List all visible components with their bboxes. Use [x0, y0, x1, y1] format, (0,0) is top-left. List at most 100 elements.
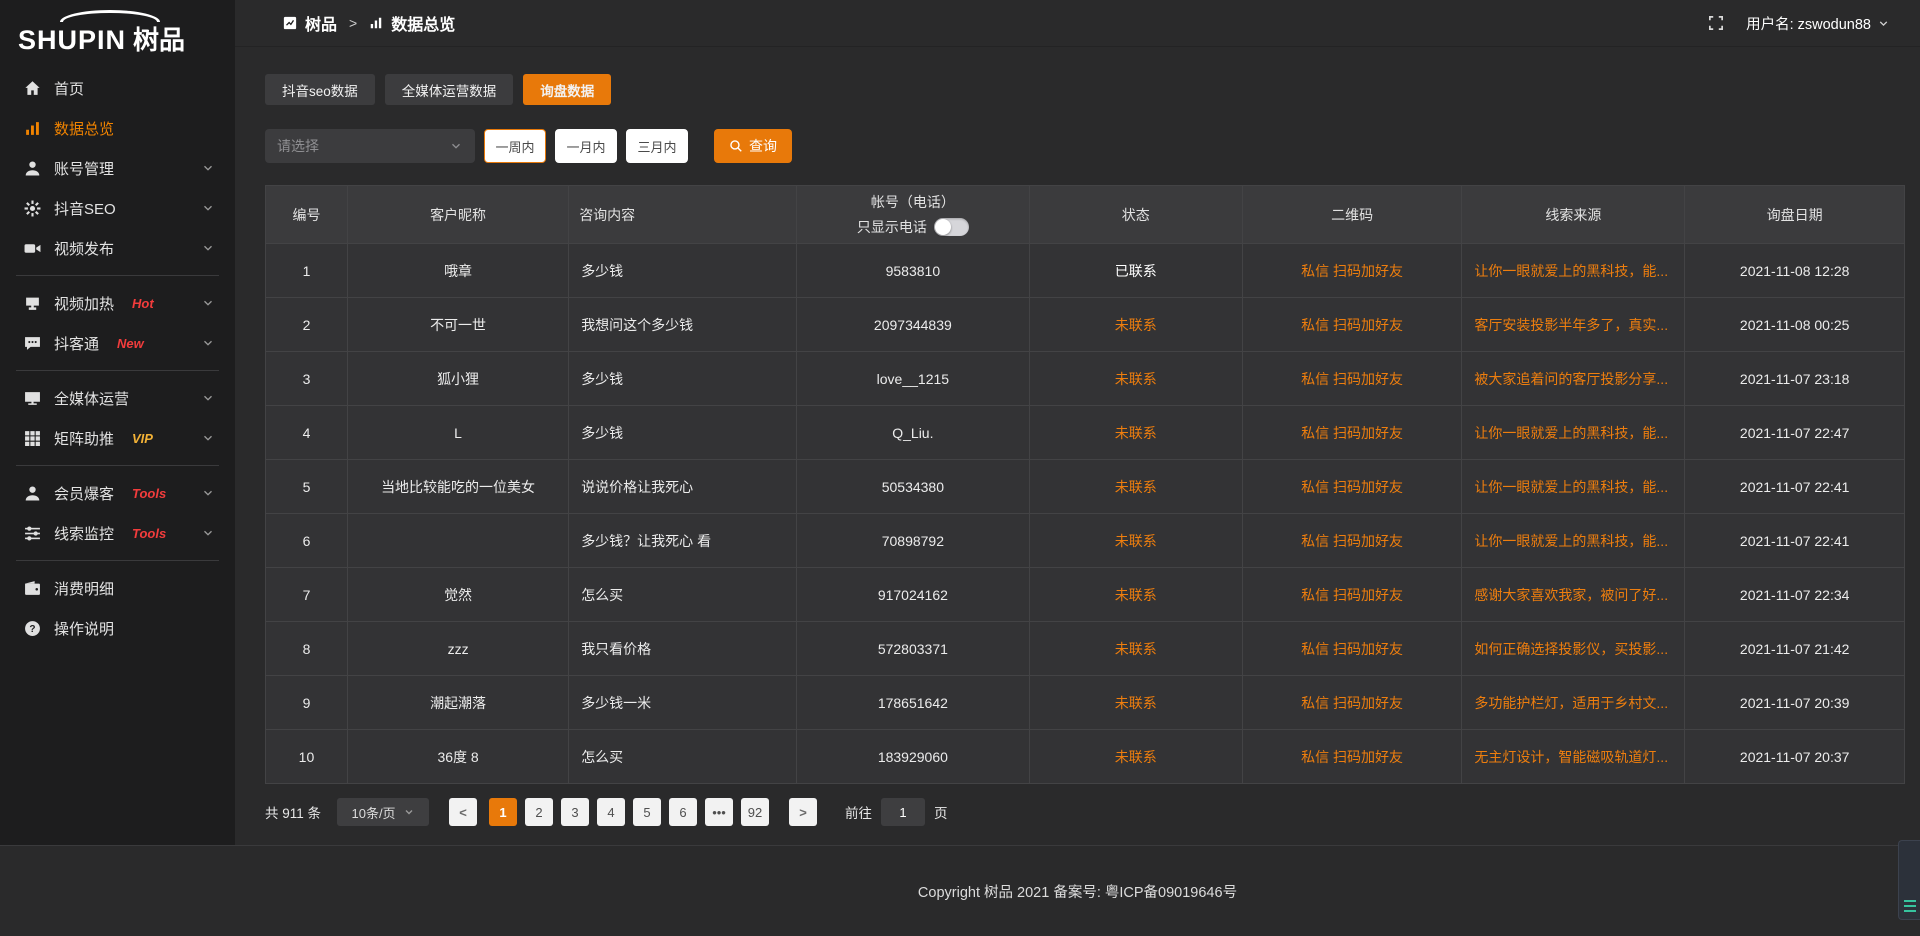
status-badge: 未联系	[1115, 641, 1157, 657]
search-button[interactable]: 查询	[714, 129, 792, 163]
sidebar-item-omnimedia[interactable]: 全媒体运营	[0, 378, 235, 418]
sidebar-item-label: 抖音SEO	[54, 198, 116, 219]
breadcrumb-app[interactable]: 树品	[305, 11, 337, 35]
cell-nickname: 当地比较能吃的一位美女	[347, 460, 568, 514]
tab-omnimedia-data[interactable]: 全媒体运营数据	[385, 74, 514, 105]
chevron-down-icon	[1877, 17, 1890, 30]
search-button-label: 查询	[749, 136, 777, 156]
sidebar-item-lead-monitor[interactable]: 线索监控 Tools	[0, 513, 235, 553]
fullscreen-icon[interactable]	[1708, 15, 1724, 31]
range-button-month[interactable]: 一月内	[555, 129, 617, 163]
page-button-4[interactable]: 4	[597, 798, 625, 826]
prev-page-button[interactable]: <	[449, 798, 477, 826]
page-button-2[interactable]: 2	[525, 798, 553, 826]
page-ellipsis-button[interactable]: •••	[705, 798, 733, 826]
page-body: 抖音seo数据 全媒体运营数据 询盘数据 请选择 一周内 一月内 三月内 查询	[235, 47, 1920, 826]
qrcode-link[interactable]: 私信 扫码加好友	[1301, 749, 1403, 765]
cell-nickname: L	[347, 406, 568, 460]
sidebar-item-label: 线索监控	[54, 523, 114, 544]
breadcrumb-page[interactable]: 数据总览	[391, 11, 455, 35]
source-link[interactable]: 让你一眼就爱上的黑科技，能...	[1474, 263, 1668, 279]
svg-text:?: ?	[29, 624, 35, 635]
qrcode-link[interactable]: 私信 扫码加好友	[1301, 587, 1403, 603]
source-link[interactable]: 让你一眼就爱上的黑科技，能...	[1474, 533, 1668, 549]
sidebar-item-douketong[interactable]: 抖客通 New	[0, 323, 235, 363]
qrcode-link[interactable]: 私信 扫码加好友	[1301, 317, 1403, 333]
page-button-3[interactable]: 3	[561, 798, 589, 826]
sidebar-item-member-baoke[interactable]: 会员爆客 Tools	[0, 473, 235, 513]
table-row: 7 觉然 怎么买 917024162 未联系 私信 扫码加好友 感谢大家喜欢我家…	[266, 568, 1905, 622]
qrcode-link[interactable]: 私信 扫码加好友	[1301, 479, 1403, 495]
floating-widget[interactable]	[1898, 840, 1920, 920]
source-link[interactable]: 感谢大家喜欢我家，被问了好...	[1474, 587, 1668, 603]
column-header-id: 编号	[266, 186, 348, 244]
source-link[interactable]: 无主灯设计，智能磁吸轨道灯...	[1474, 749, 1668, 765]
qrcode-link[interactable]: 私信 扫码加好友	[1301, 371, 1403, 387]
wallet-icon	[24, 580, 41, 597]
gear-icon	[24, 200, 41, 217]
table-row: 6 多少钱？让我死心 看 70898792 未联系 私信 扫码加好友 让你一眼就…	[266, 514, 1905, 568]
qrcode-link[interactable]: 私信 扫码加好友	[1301, 533, 1403, 549]
tab-inquiry-data[interactable]: 询盘数据	[523, 74, 611, 105]
sidebar-item-badge: Hot	[132, 296, 154, 311]
cell-id: 1	[266, 244, 348, 298]
sidebar-item-douyin-seo[interactable]: 抖音SEO	[0, 188, 235, 228]
sidebar-item-data-overview[interactable]: 数据总览	[0, 108, 235, 148]
sidebar-item-spending-detail[interactable]: 消费明细	[0, 568, 235, 608]
sidebar-item-help[interactable]: ? 操作说明	[0, 608, 235, 648]
table-header-row: 编号 客户昵称 咨询内容 帐号（电话） 只显示电话 状态 二维码 线索来源	[266, 186, 1905, 244]
qrcode-link[interactable]: 私信 扫码加好友	[1301, 263, 1403, 279]
cell-content: 多少钱	[569, 244, 797, 298]
cell-date: 2021-11-07 22:34	[1685, 568, 1905, 622]
page-button-5[interactable]: 5	[633, 798, 661, 826]
table-row: 9 潮起潮落 多少钱一米 178651642 未联系 私信 扫码加好友 多功能护…	[266, 676, 1905, 730]
sidebar-item-home[interactable]: 首页	[0, 68, 235, 108]
cell-id: 9	[266, 676, 348, 730]
source-link[interactable]: 客厅安装投影半年多了，真实...	[1474, 317, 1668, 333]
status-badge: 未联系	[1115, 479, 1157, 495]
cell-account: 917024162	[797, 568, 1030, 622]
account-select[interactable]: 请选择	[265, 129, 475, 163]
range-button-week[interactable]: 一周内	[484, 129, 546, 163]
sidebar-item-badge: New	[117, 336, 144, 351]
user-menu[interactable]: 用户名: zswodun88	[1746, 13, 1890, 34]
qrcode-link[interactable]: 私信 扫码加好友	[1301, 641, 1403, 657]
cell-date: 2021-11-07 22:41	[1685, 514, 1905, 568]
chevron-down-icon	[201, 241, 215, 255]
tab-douyin-seo-data[interactable]: 抖音seo数据	[265, 74, 375, 105]
sidebar-menu: 首页 数据总览 账号管理 抖音SEO 视频发布	[0, 68, 235, 648]
member-icon	[24, 485, 41, 502]
sidebar-item-video-publish[interactable]: 视频发布	[0, 228, 235, 268]
chevron-down-icon	[201, 391, 215, 405]
cell-date: 2021-11-08 00:25	[1685, 298, 1905, 352]
data-tabs: 抖音seo数据 全媒体运营数据 询盘数据	[265, 74, 1905, 105]
table-row: 2 不可一世 我想问这个多少钱 2097344839 未联系 私信 扫码加好友 …	[266, 298, 1905, 352]
source-link[interactable]: 多功能护栏灯，适用于乡村文...	[1474, 695, 1668, 711]
source-link[interactable]: 让你一眼就爱上的黑科技，能...	[1474, 479, 1668, 495]
qrcode-link[interactable]: 私信 扫码加好友	[1301, 695, 1403, 711]
page-button-6[interactable]: 6	[669, 798, 697, 826]
qrcode-link[interactable]: 私信 扫码加好友	[1301, 425, 1403, 441]
chevron-down-icon	[201, 431, 215, 445]
chevron-down-icon	[201, 336, 215, 350]
brand-logo: SHUPIN 树品	[0, 0, 235, 68]
sidebar-item-matrix-boost[interactable]: 矩阵助推 VIP	[0, 418, 235, 458]
sidebar-item-video-heat[interactable]: 视频加热 Hot	[0, 283, 235, 323]
status-badge: 未联系	[1115, 317, 1157, 333]
page-size-select[interactable]: 10条/页	[337, 798, 429, 826]
source-link[interactable]: 如何正确选择投影仪，买投影...	[1474, 641, 1668, 657]
source-link[interactable]: 被大家追着问的客厅投影分享...	[1474, 371, 1668, 387]
cell-content: 怎么买	[569, 568, 797, 622]
search-icon	[729, 139, 743, 153]
monitor-icon	[24, 390, 41, 407]
source-link[interactable]: 让你一眼就爱上的黑科技，能...	[1474, 425, 1668, 441]
sidebar-item-account-mgmt[interactable]: 账号管理	[0, 148, 235, 188]
page-button-1[interactable]: 1	[489, 798, 517, 826]
next-page-button[interactable]: >	[789, 798, 817, 826]
phone-only-toggle[interactable]	[934, 218, 969, 236]
page-button-92[interactable]: 92	[741, 798, 769, 826]
cell-nickname: 觉然	[347, 568, 568, 622]
range-button-quarter[interactable]: 三月内	[626, 129, 688, 163]
toggle-knob	[935, 219, 951, 235]
goto-page-input[interactable]	[881, 798, 925, 826]
